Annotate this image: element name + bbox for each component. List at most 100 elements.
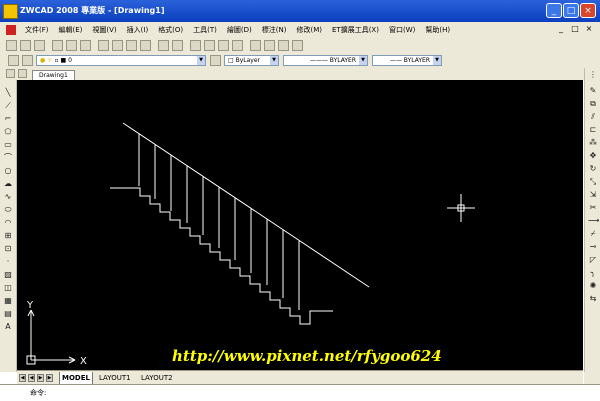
chevron-down-icon[interactable]: ▼ bbox=[197, 56, 205, 65]
join-icon[interactable]: ⊸ bbox=[588, 242, 598, 252]
copy-icon[interactable] bbox=[112, 40, 123, 51]
open-icon[interactable] bbox=[20, 40, 31, 51]
hatch-icon[interactable]: ▨ bbox=[3, 270, 13, 280]
menu-draw[interactable]: 繪圖(D) bbox=[222, 24, 257, 36]
mirror-icon[interactable]: ⫽ bbox=[588, 112, 598, 122]
mtext-icon[interactable]: A bbox=[3, 322, 13, 332]
region-icon[interactable]: ◫ bbox=[3, 283, 13, 293]
extend-icon[interactable]: ⟶ bbox=[588, 216, 599, 226]
point-icon[interactable]: · bbox=[3, 257, 13, 267]
lineweight-select[interactable]: —— BYLAYER ▼ bbox=[372, 55, 442, 66]
redo-icon[interactable] bbox=[172, 40, 183, 51]
align-icon[interactable]: ⇆ bbox=[588, 294, 598, 304]
tab-layout1[interactable]: LAYOUT1 bbox=[97, 372, 133, 384]
preview-icon[interactable] bbox=[66, 40, 77, 51]
menu-et-tools[interactable]: ET擴展工具(X) bbox=[327, 24, 384, 36]
menu-window[interactable]: 窗口(W) bbox=[384, 24, 420, 36]
layer-manager-icon[interactable] bbox=[8, 55, 19, 66]
menu-dimension[interactable]: 標注(N) bbox=[257, 24, 292, 36]
zoom-realtime-icon[interactable] bbox=[204, 40, 215, 51]
draw-toolbar: ╲ ⟋ ⌐ ⬠ ▭ ⌒ ○ ☁ ∿ ⬭ ◠ ⊞ ⊡ · ▨ ◫ ▦ ▤ A bbox=[0, 80, 17, 372]
chevron-down-icon[interactable]: ▼ bbox=[359, 56, 367, 65]
spline-icon[interactable]: ∿ bbox=[3, 192, 13, 202]
stretch-icon[interactable]: ⇲ bbox=[588, 190, 598, 200]
drawing-canvas[interactable]: Y X bbox=[17, 80, 583, 370]
menu-edit[interactable]: 編輯(E) bbox=[54, 24, 88, 36]
menu-file[interactable]: 文件(F) bbox=[20, 24, 54, 36]
first-tab-icon[interactable]: ◀ bbox=[19, 374, 26, 382]
ellipse-arc-icon[interactable]: ◠ bbox=[3, 218, 13, 228]
line-icon[interactable]: ╲ bbox=[3, 88, 13, 98]
insert-block-icon[interactable]: ⊞ bbox=[3, 231, 13, 241]
properties-icon[interactable] bbox=[250, 40, 261, 51]
chevron-down-icon[interactable]: ▼ bbox=[270, 56, 278, 65]
circle-icon[interactable]: ○ bbox=[3, 166, 13, 176]
fillet-icon[interactable]: ╮ bbox=[588, 268, 598, 278]
menu-tools[interactable]: 工具(T) bbox=[188, 24, 222, 36]
doc-close-button[interactable]: × bbox=[584, 24, 594, 34]
chamfer-icon[interactable]: ◸ bbox=[588, 255, 598, 265]
move-icon[interactable]: ✥ bbox=[588, 151, 598, 161]
gradient-icon[interactable]: ▤ bbox=[3, 309, 13, 319]
next-tab-icon[interactable]: ▶ bbox=[37, 374, 44, 382]
pan-icon[interactable] bbox=[190, 40, 201, 51]
menu-format[interactable]: 格式(O) bbox=[153, 24, 188, 36]
minimize-button[interactable]: _ bbox=[546, 3, 562, 18]
tool-palette-icon[interactable] bbox=[278, 40, 289, 51]
prev-arrow-icon[interactable] bbox=[6, 69, 15, 78]
make-current-icon[interactable] bbox=[210, 55, 221, 66]
layer-previous-icon[interactable] bbox=[22, 55, 33, 66]
tab-layout2[interactable]: LAYOUT2 bbox=[139, 372, 175, 384]
doc-minimize-button[interactable]: _ bbox=[556, 24, 566, 34]
doc-restore-button[interactable]: □ bbox=[570, 24, 580, 34]
save-icon[interactable] bbox=[34, 40, 45, 51]
rotate-icon[interactable]: ↻ bbox=[588, 164, 598, 174]
rectangle-icon[interactable]: ▭ bbox=[3, 140, 13, 150]
polyline-icon[interactable]: ⌐ bbox=[3, 114, 13, 124]
menu-help[interactable]: 幫助(H) bbox=[420, 24, 455, 36]
arc-icon[interactable]: ⌒ bbox=[3, 153, 13, 163]
document-icon[interactable] bbox=[6, 25, 16, 35]
zoom-previous-icon[interactable] bbox=[232, 40, 243, 51]
array-icon[interactable]: ⁂ bbox=[588, 138, 598, 148]
trim-icon[interactable]: ✂ bbox=[588, 203, 598, 213]
break-icon[interactable]: ⌿ bbox=[588, 229, 598, 239]
polygon-icon[interactable]: ⬠ bbox=[3, 127, 13, 137]
copy-object-icon[interactable]: ⧉ bbox=[588, 99, 598, 109]
offset-icon[interactable]: ⊏ bbox=[588, 125, 598, 135]
print-icon[interactable] bbox=[52, 40, 63, 51]
design-center-icon[interactable] bbox=[264, 40, 275, 51]
command-line[interactable]: 命令: bbox=[0, 384, 600, 401]
erase-icon[interactable]: ✎ bbox=[588, 86, 598, 96]
close-button[interactable]: × bbox=[580, 3, 596, 18]
next-arrow-icon[interactable] bbox=[18, 69, 27, 78]
maximize-button[interactable]: □ bbox=[563, 3, 579, 18]
app-icon[interactable] bbox=[3, 4, 18, 19]
publish-icon[interactable] bbox=[80, 40, 91, 51]
linetype-select[interactable]: ——— BYLAYER ▼ bbox=[283, 55, 368, 66]
explode-icon[interactable]: ✺ bbox=[588, 281, 598, 291]
color-select[interactable]: □ ByLayer ▼ bbox=[224, 55, 279, 66]
construction-line-icon[interactable]: ⟋ bbox=[3, 101, 13, 111]
new-icon[interactable] bbox=[6, 40, 17, 51]
menu-insert[interactable]: 插入(I) bbox=[122, 24, 154, 36]
scale-icon[interactable]: ⤡ bbox=[588, 177, 598, 187]
undo-icon[interactable] bbox=[158, 40, 169, 51]
table-icon[interactable]: ▦ bbox=[3, 296, 13, 306]
paste-icon[interactable] bbox=[126, 40, 137, 51]
prev-tab-icon[interactable]: ◀ bbox=[28, 374, 35, 382]
last-tab-icon[interactable]: ▶ bbox=[46, 374, 53, 382]
zoom-window-icon[interactable] bbox=[218, 40, 229, 51]
make-block-icon[interactable]: ⊡ bbox=[3, 244, 13, 254]
document-tab-strip: Drawing1 bbox=[0, 68, 600, 81]
menu-view[interactable]: 視圖(V) bbox=[87, 24, 121, 36]
revcloud-icon[interactable]: ☁ bbox=[3, 179, 13, 189]
menu-modify[interactable]: 修改(M) bbox=[291, 24, 327, 36]
layer-select[interactable]: ● ☼ ▫ ■ 0 ▼ bbox=[36, 55, 206, 66]
help-icon[interactable] bbox=[292, 40, 303, 51]
chevron-down-icon[interactable]: ▼ bbox=[433, 56, 441, 65]
toolbar-grip-icon[interactable]: ⋮ bbox=[588, 70, 598, 80]
ellipse-icon[interactable]: ⬭ bbox=[3, 205, 13, 215]
match-properties-icon[interactable] bbox=[140, 40, 151, 51]
cut-icon[interactable] bbox=[98, 40, 109, 51]
